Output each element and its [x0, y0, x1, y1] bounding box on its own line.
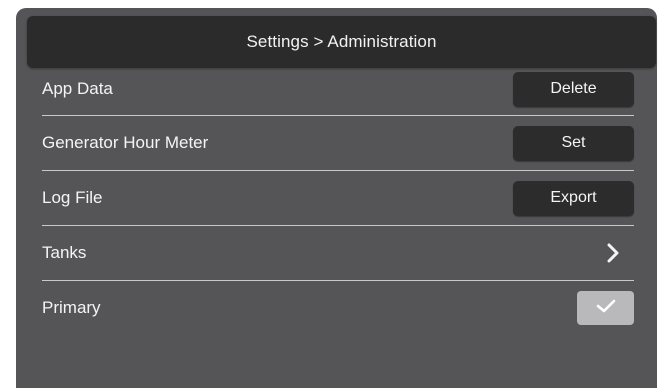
row-log-file: Log File Export [42, 171, 634, 225]
settings-screen: Settings > Administration App Data Delet… [16, 8, 657, 388]
set-button[interactable]: Set [513, 125, 634, 161]
row-label-generator-hour-meter: Generator Hour Meter [42, 133, 209, 152]
export-button[interactable]: Export [513, 180, 634, 216]
row-label-log-file: Log File [42, 188, 103, 207]
row-label-primary: Primary [42, 298, 101, 317]
row-generator-hour-meter: Generator Hour Meter Set [42, 116, 634, 170]
delete-button[interactable]: Delete [513, 71, 634, 107]
page-title: Settings > Administration [246, 32, 437, 51]
header-bar: Settings > Administration [27, 16, 656, 68]
row-primary: Primary [42, 281, 634, 335]
row-app-data: App Data Delete [42, 62, 634, 116]
primary-checkbox[interactable] [577, 291, 634, 325]
row-tanks[interactable]: Tanks [42, 226, 634, 280]
row-label-app-data: App Data [42, 79, 113, 98]
check-icon [595, 298, 617, 319]
chevron-right-icon[interactable] [602, 238, 624, 268]
row-label-tanks: Tanks [42, 243, 87, 262]
